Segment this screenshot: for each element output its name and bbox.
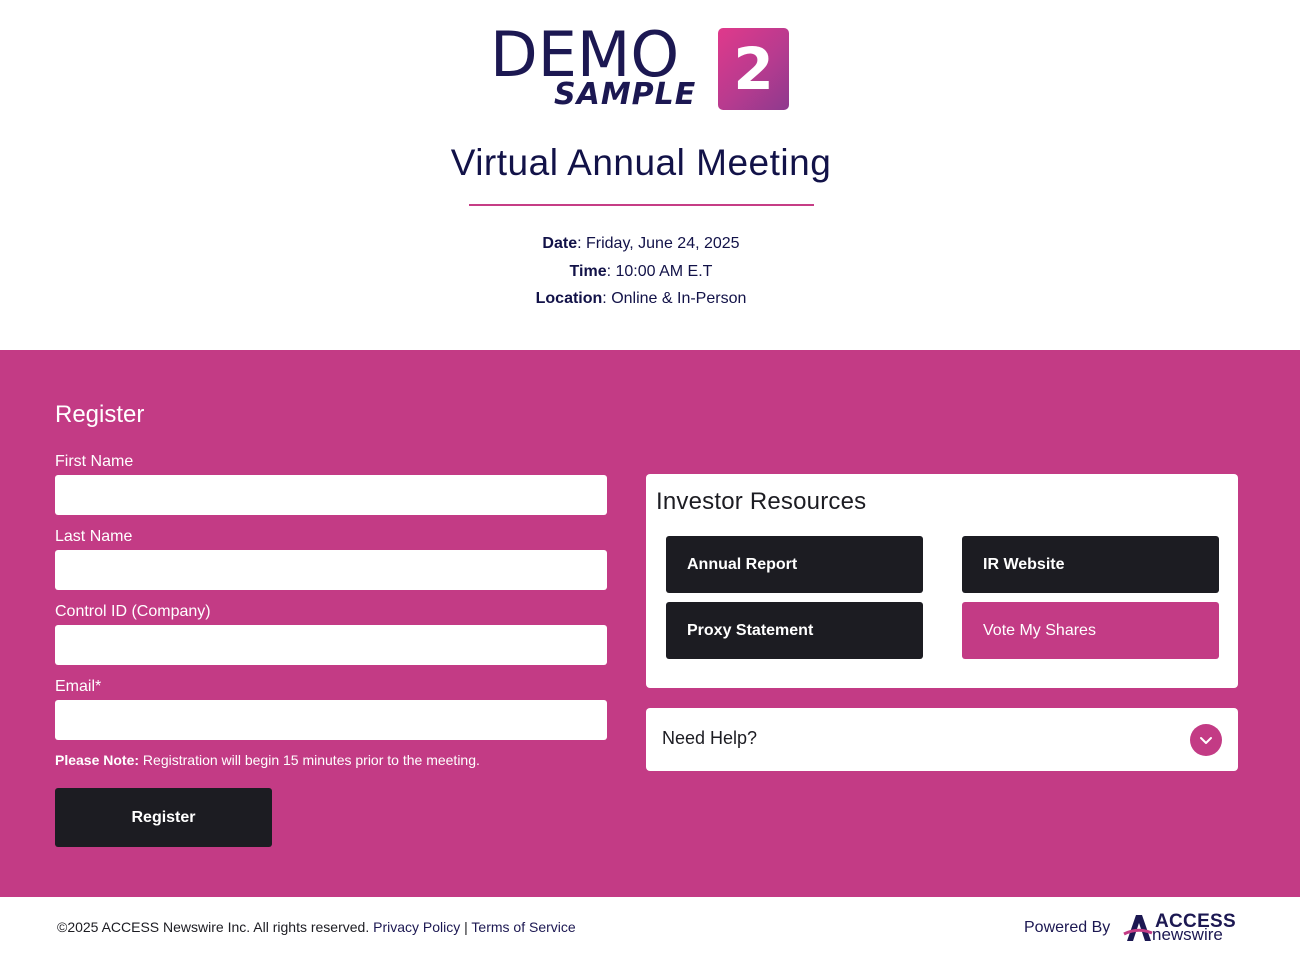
page-header: DEMO SAMPLE 2 Virtual Annual Meeting Dat… [0, 0, 1300, 350]
date-label: Date [542, 235, 578, 252]
chevron-down-icon[interactable] [1190, 724, 1222, 756]
meeting-time: Time: 10:00 AM E.T [0, 258, 1282, 286]
page-title: Virtual Annual Meeting [450, 142, 832, 183]
annual-report-button[interactable]: Annual Report [666, 536, 923, 593]
investor-resources-heading: Investor Resources [656, 488, 867, 515]
terms-of-service-link[interactable]: Terms of Service [471, 919, 575, 935]
last-name-label: Last Name [55, 528, 133, 545]
access-a-icon [1123, 915, 1153, 941]
powered-by-label: Powered By [1024, 919, 1111, 936]
copyright-text: ©2025 ACCESS Newswire Inc. All rights re… [57, 919, 370, 935]
access-newswire-logo[interactable]: ACCESS newswire [1123, 912, 1238, 945]
location-label: Location [535, 290, 603, 307]
company-logo: DEMO SAMPLE 2 [490, 24, 792, 114]
meeting-details: Date: Friday, June 24, 2025 Time: 10:00 … [0, 230, 1282, 313]
registration-note: Please Note: Registration will begin 15 … [55, 752, 480, 768]
first-name-field[interactable] [55, 475, 607, 515]
register-heading: Register [55, 401, 145, 428]
control-id-label: Control ID (Company) [55, 603, 211, 620]
email-label: Email* [55, 678, 102, 695]
investor-resources-card: Investor Resources Annual Report IR Webs… [646, 474, 1238, 688]
need-help-accordion[interactable]: Need Help? [646, 708, 1238, 771]
logo-sample-text: SAMPLE [554, 77, 697, 112]
proxy-statement-button[interactable]: Proxy Statement [666, 602, 923, 659]
control-id-field[interactable] [55, 625, 607, 665]
page-footer: ©2025 ACCESS Newswire Inc. All rights re… [0, 897, 1300, 960]
note-label: Please Note: [55, 752, 140, 768]
vote-my-shares-button[interactable]: Vote My Shares [962, 602, 1219, 659]
time-value: : 10:00 AM E.T [606, 262, 713, 280]
first-name-label: First Name [55, 453, 134, 470]
logo-badge: 2 [718, 28, 789, 110]
note-text: Registration will begin 15 minutes prior… [139, 752, 480, 768]
email-field[interactable] [55, 700, 607, 740]
brand-bottom-text: newswire [1152, 925, 1223, 944]
meeting-location: Location: Online & In-Person [0, 285, 1282, 313]
register-button[interactable]: Register [55, 788, 272, 847]
meeting-date: Date: Friday, June 24, 2025 [0, 230, 1282, 258]
footer-copyright: ©2025 ACCESS Newswire Inc. All rights re… [57, 919, 576, 935]
location-value: : Online & In-Person [602, 290, 747, 307]
need-help-label: Need Help? [662, 728, 758, 748]
footer-separator: | [464, 919, 468, 935]
time-label: Time [569, 262, 607, 280]
privacy-policy-link[interactable]: Privacy Policy [373, 919, 460, 935]
ir-website-button[interactable]: IR Website [962, 536, 1219, 593]
date-value: : Friday, June 24, 2025 [577, 235, 740, 252]
title-divider [469, 204, 814, 206]
main-section: Register First Name Last Name Control ID… [0, 350, 1300, 897]
last-name-field[interactable] [55, 550, 607, 590]
